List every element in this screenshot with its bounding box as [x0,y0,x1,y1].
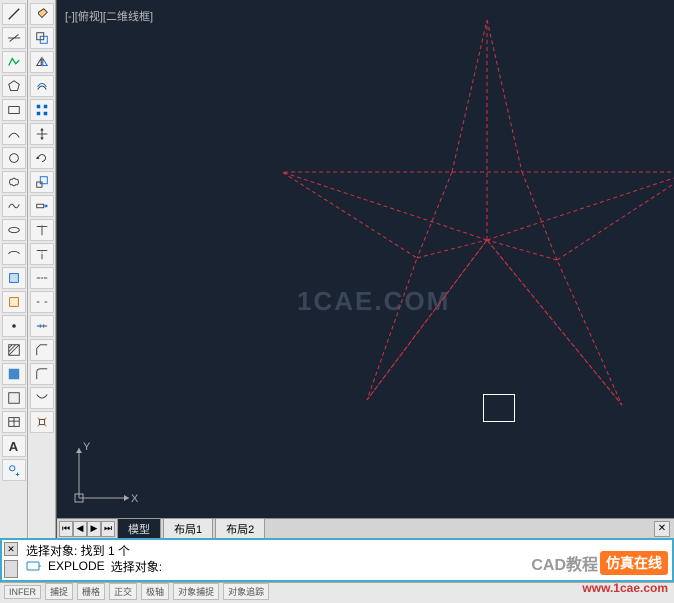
layout-tab-bar: ⏮ ◀ ▶ ⏭ 模型 布局1 布局2 ✕ [57,518,674,538]
svg-text:Y: Y [83,441,91,453]
tool-ellipse-arc[interactable] [2,243,26,265]
tool-join[interactable] [30,315,54,337]
tool-stretch[interactable] [30,195,54,217]
tab-nav-last[interactable]: ⏭ [101,521,115,537]
tool-gradient[interactable] [2,363,26,385]
drawing-canvas[interactable]: [-][俯视][二维线框] 1CAE.COM [56,0,674,538]
tool-point[interactable] [2,315,26,337]
tool-hatch[interactable] [2,339,26,361]
tool-rotate[interactable] [30,147,54,169]
tab-scroll-close[interactable]: ✕ [654,521,670,537]
tool-rectangle[interactable] [2,99,26,121]
tool-move[interactable] [30,123,54,145]
tool-polygon[interactable] [2,75,26,97]
tool-explode[interactable] [30,411,54,433]
watermark-url: www.1cae.com [582,581,668,595]
tab-nav-first[interactable]: ⏮ [59,521,73,537]
tool-mirror[interactable] [30,51,54,73]
status-polar[interactable]: 极轴 [141,583,169,600]
tool-make-block[interactable] [2,291,26,313]
tool-polyline[interactable] [2,51,26,73]
status-osnap[interactable]: 对象捕捉 [173,583,219,600]
cmd-close-button[interactable]: ✕ [4,542,18,556]
status-snap[interactable]: 捕捉 [45,583,73,600]
tool-extend[interactable] [30,243,54,265]
tab-layout2[interactable]: 布局2 [215,518,265,539]
cmd-command-name: EXPLODE [48,559,105,573]
tab-model[interactable]: 模型 [117,518,161,539]
tool-array[interactable] [30,99,54,121]
tool-copy[interactable] [30,27,54,49]
tool-break[interactable] [30,291,54,313]
tab-nav-next[interactable]: ▶ [87,521,101,537]
tool-chamfer[interactable] [30,339,54,361]
status-ortho[interactable]: 正交 [109,583,137,600]
tool-insert-block[interactable] [2,267,26,289]
tab-layout1[interactable]: 布局1 [163,518,213,539]
status-infer[interactable]: INFER [4,585,41,599]
watermark-box: 仿真在线 [600,551,668,575]
tool-ellipse[interactable] [2,219,26,241]
tool-line[interactable] [2,3,26,25]
star-drawing [57,0,674,510]
cmd-drag-handle[interactable] [4,560,18,578]
tool-mtext[interactable]: A [2,435,26,457]
watermark-cad-text: CAD教程 [531,551,598,575]
svg-text:X: X [131,493,139,505]
tool-trim[interactable] [30,219,54,241]
tab-nav-prev[interactable]: ◀ [73,521,87,537]
cmd-prompt-icon [26,559,42,573]
watermark-brand: CAD教程 仿真在线 [531,551,668,575]
tool-region[interactable] [2,387,26,409]
status-grid[interactable]: 栅格 [77,583,105,600]
tool-erase[interactable] [30,3,54,25]
tool-fillet[interactable] [30,363,54,385]
tool-break-point[interactable] [30,267,54,289]
cmd-prompt-text: 选择对象: [111,558,162,575]
tool-blend[interactable] [30,387,54,409]
tool-revision-cloud[interactable] [2,171,26,193]
tool-addselected[interactable] [2,459,26,481]
modify-toolbar [28,0,56,538]
tool-construction-line[interactable] [2,27,26,49]
tool-spline[interactable] [2,195,26,217]
tool-circle[interactable] [2,147,26,169]
selection-cursor [483,394,515,422]
status-bar: INFER 捕捉 栅格 正交 极轴 对象捕捉 对象追踪 [0,582,674,600]
draw-toolbar: A [0,0,28,538]
tool-scale[interactable] [30,171,54,193]
tool-arc[interactable] [2,123,26,145]
tool-offset[interactable] [30,75,54,97]
ucs-icon: X Y [69,438,139,508]
status-otrack[interactable]: 对象追踪 [223,583,269,600]
tool-table[interactable] [2,411,26,433]
